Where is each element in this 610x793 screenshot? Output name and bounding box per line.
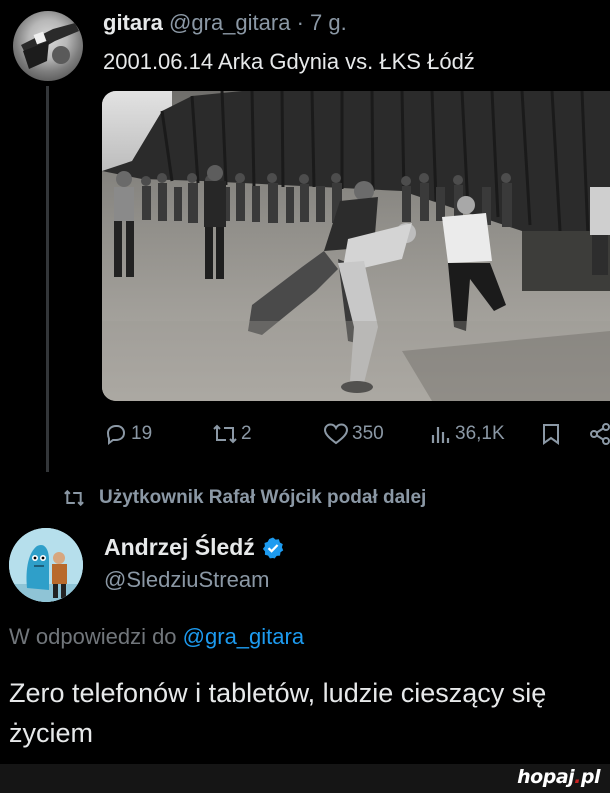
watermark-logo: hopaj.pl (517, 766, 600, 788)
tweet-text: 2001.06.14 Arka Gdynia vs. ŁKS Łódź (103, 49, 475, 74)
repost-button[interactable]: 2 (212, 422, 252, 446)
tweet-photo[interactable] (102, 91, 610, 401)
author-name-row: Andrzej Śledź (104, 534, 285, 561)
author-handle[interactable]: @SledziuStream (104, 567, 269, 593)
reply-prefix: W odpowiedzi do (9, 624, 177, 649)
watermark-bar: hopaj.pl (0, 764, 610, 793)
views-button[interactable]: 36,1K (430, 422, 505, 446)
author-handle[interactable]: @gra_gitara (169, 10, 290, 35)
views-icon (431, 427, 450, 443)
tweet-time[interactable]: 7 g. (310, 10, 347, 35)
like-icon (323, 423, 349, 445)
repost-attribution-text[interactable]: Użytkownik Rafał Wójcik podał dalej (99, 487, 426, 509)
share-button[interactable] (588, 422, 610, 446)
like-button[interactable]: 350 (323, 422, 384, 446)
reply-context: W odpowiedzi do @gra_gitara (9, 624, 304, 650)
reply-mention-link[interactable]: @gra_gitara (183, 624, 304, 649)
avatar[interactable] (9, 528, 83, 602)
repost-attribution: Użytkownik Rafał Wójcik podał dalej (63, 487, 426, 509)
bookmark-icon (543, 424, 559, 445)
reply-count: 19 (131, 423, 153, 444)
verified-icon (262, 537, 284, 558)
like-count: 350 (352, 423, 384, 444)
tweet-text: Zero telefonów i tabletów, ludzie cieszą… (9, 678, 547, 748)
repost-icon (213, 424, 237, 444)
tweet-header: gitara @gra_gitara · 7 g. (103, 10, 347, 36)
thread-line (46, 86, 49, 472)
tweet-action-bar: 19 2 350 36,1K (0, 422, 610, 452)
reply-button[interactable]: 19 (104, 422, 152, 446)
repost-icon (64, 489, 84, 507)
bookmark-button[interactable] (540, 422, 562, 446)
meta-separator: · (296, 10, 304, 35)
repost-count: 2 (241, 423, 252, 444)
author-name[interactable]: Andrzej Śledź (104, 534, 255, 561)
views-count: 36,1K (455, 423, 505, 444)
share-icon (590, 423, 610, 445)
reply-icon (106, 425, 126, 445)
avatar[interactable] (13, 11, 83, 81)
author-name[interactable]: gitara (103, 10, 163, 35)
